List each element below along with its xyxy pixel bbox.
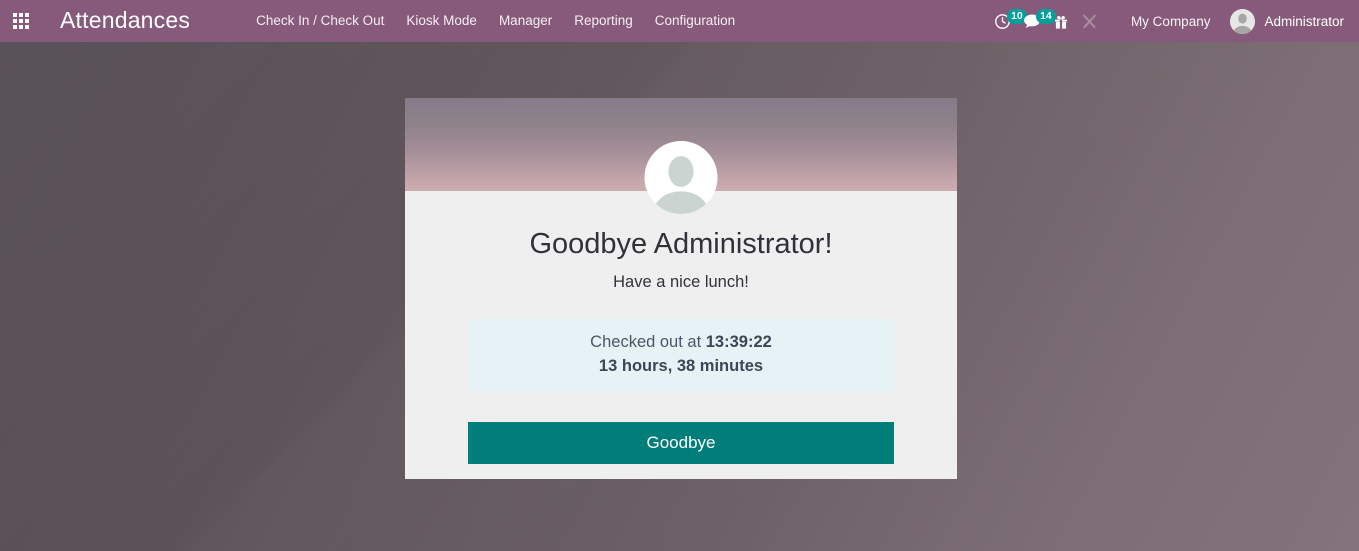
apps-menu-button[interactable] [0, 0, 42, 42]
user-menu-button[interactable]: Administrator [1220, 8, 1350, 34]
company-switcher[interactable]: My Company [1117, 14, 1221, 29]
debug-tools-button[interactable] [1075, 0, 1104, 42]
messages-button[interactable]: 14 [1017, 0, 1056, 42]
app-brand-title[interactable]: Attendances [42, 7, 190, 36]
user-avatar-icon [1230, 8, 1256, 34]
greeting-submessage: Have a nice lunch! [613, 272, 749, 291]
gift-button[interactable] [1047, 0, 1075, 42]
navbar-menu-list: Check In / Check Out Kiosk Mode Manager … [245, 2, 746, 40]
gift-box-icon [1053, 13, 1069, 30]
card-header-banner [405, 98, 957, 214]
menu-reporting[interactable]: Reporting [563, 2, 644, 40]
checkout-duration-value: 13 hours, 38 minutes [598, 356, 764, 375]
menu-configuration[interactable]: Configuration [644, 2, 746, 40]
menu-kiosk-mode[interactable]: Kiosk Mode [395, 2, 488, 40]
greeting-heading: Goodbye Administrator! [529, 228, 833, 260]
card-body: Goodbye Administrator! Have a nice lunch… [405, 191, 957, 464]
goodbye-button[interactable]: Goodbye [468, 421, 894, 464]
menu-manager[interactable]: Manager [488, 2, 563, 40]
navbar-right-group: 10 14 My Company Administrator [988, 0, 1359, 42]
checkout-time-value: 13:39:22 [705, 332, 772, 351]
employee-placeholder-avatar-icon [644, 141, 718, 214]
top-navbar: Attendances Check In / Check Out Kiosk M… [0, 0, 1359, 42]
crossed-tools-icon [1081, 13, 1098, 30]
kiosk-page: Attendances Check In / Check Out Kiosk M… [0, 0, 1359, 551]
attendance-kiosk-card: Goodbye Administrator! Have a nice lunch… [405, 98, 957, 479]
activities-button[interactable]: 10 [988, 0, 1027, 42]
user-name-label: Administrator [1264, 13, 1344, 29]
checkout-status-alert: Checked out at 13:39:22 13 hours, 38 min… [468, 318, 894, 392]
apps-grid-icon [13, 13, 29, 29]
checkout-prefix-label: Checked out at [590, 332, 706, 351]
menu-check-in-check-out[interactable]: Check In / Check Out [245, 2, 395, 40]
